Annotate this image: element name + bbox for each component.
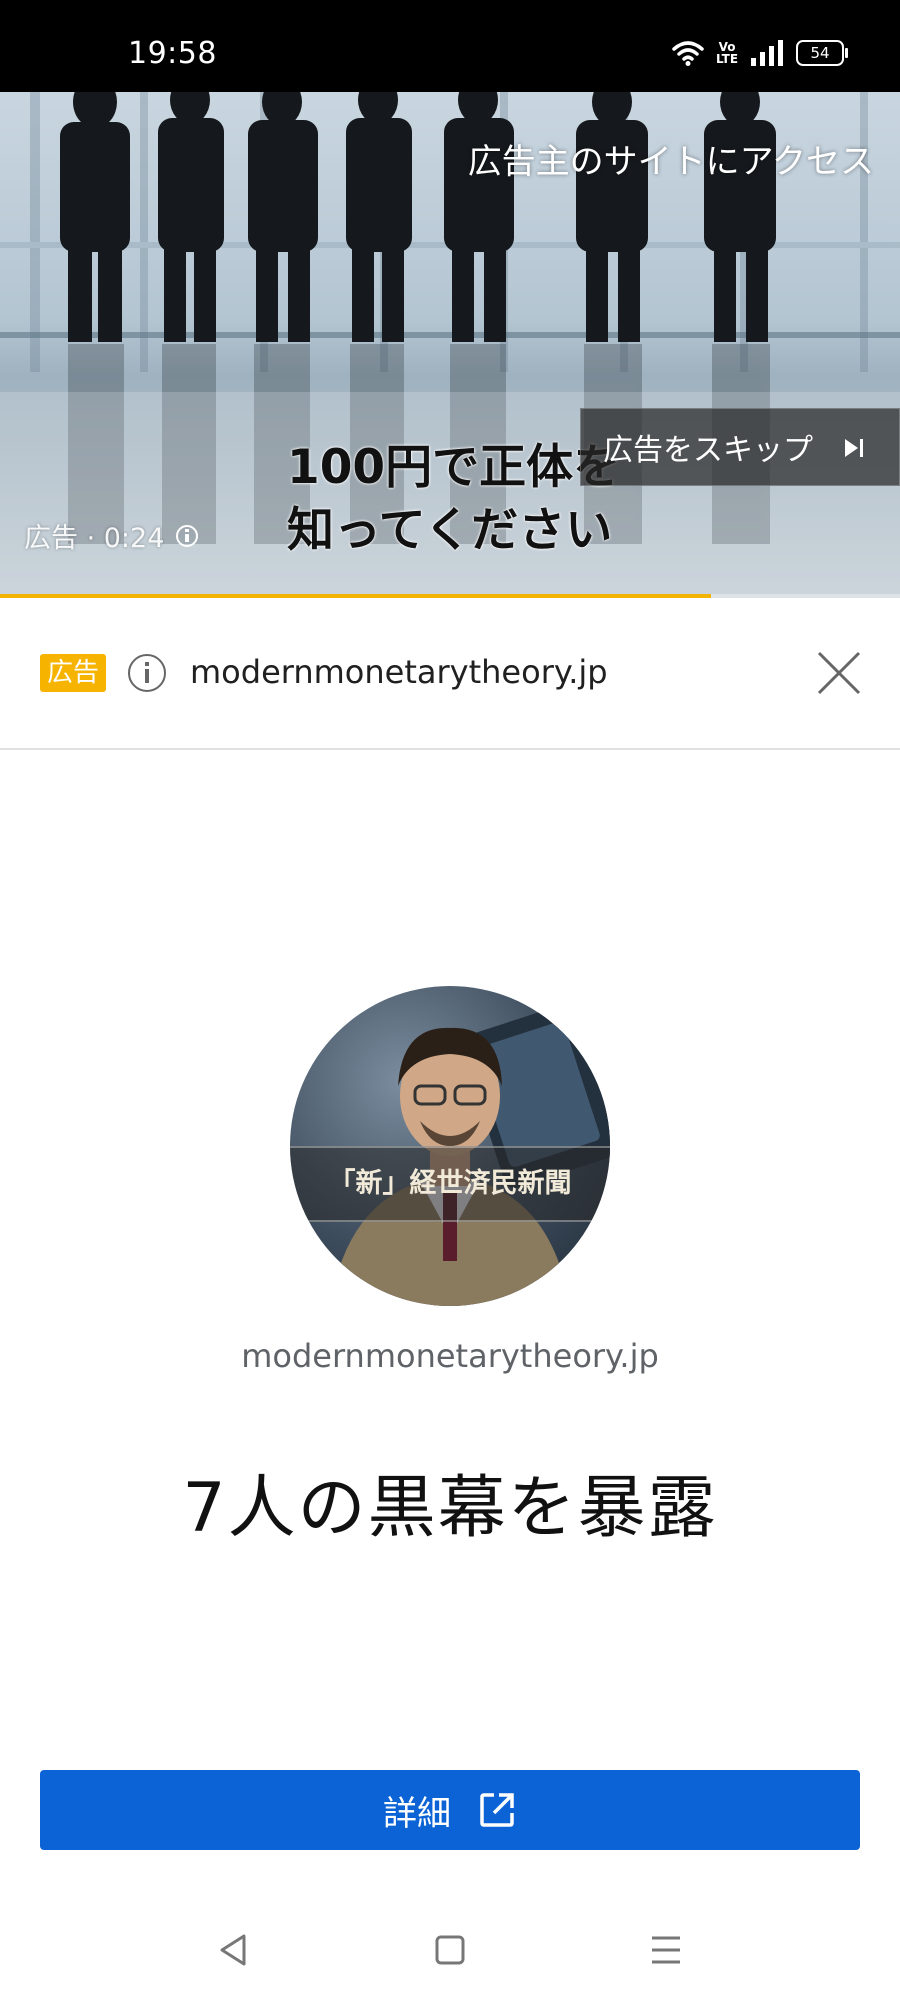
status-time: 19:58 bbox=[128, 36, 217, 71]
skip-next-icon bbox=[845, 439, 863, 457]
info-icon[interactable] bbox=[176, 524, 199, 547]
battery-icon: 54 bbox=[796, 40, 848, 66]
page: 19:58 Vo LTE 54 広告主のサイトにアクセス 100円で正体を 知っ… bbox=[0, 0, 900, 2000]
system-nav-bar bbox=[0, 1900, 900, 2000]
video-ad[interactable]: 広告主のサイトにアクセス 100円で正体を 知ってください 広告をスキップ 広告… bbox=[0, 92, 900, 598]
ad-domain: modernmonetarytheory.jp bbox=[190, 653, 608, 691]
volte-icon: Vo LTE bbox=[716, 40, 739, 66]
details-label: 詳細 bbox=[383, 1793, 451, 1834]
ad-timer-label: 広告 · 0:24 bbox=[24, 523, 165, 554]
ad-badge: 広告 bbox=[40, 654, 107, 692]
advertiser-avatar: 「新」経世済民新聞 bbox=[290, 986, 610, 1306]
home-icon[interactable] bbox=[428, 1928, 472, 1972]
details-button[interactable]: 詳細 bbox=[40, 1770, 860, 1850]
ad-info-icon[interactable] bbox=[128, 654, 166, 692]
avatar-caption: 「新」経世済民新聞 bbox=[290, 1146, 610, 1222]
skip-ad-button[interactable]: 広告をスキップ bbox=[580, 408, 900, 486]
skip-ad-label: 広告をスキップ bbox=[603, 433, 813, 468]
back-icon[interactable] bbox=[212, 1928, 256, 1972]
wifi-icon bbox=[672, 41, 704, 66]
open-in-new-icon bbox=[480, 1793, 514, 1827]
ad-video-headline-line2: 知ってください bbox=[287, 503, 613, 558]
signal-icon bbox=[751, 40, 783, 66]
status-icons: Vo LTE 54 bbox=[672, 38, 848, 68]
main-headline: 7人の黒幕を暴露 bbox=[182, 1469, 718, 1548]
site-domain: modernmonetarytheory.jp bbox=[241, 1337, 659, 1375]
advertiser-site-link[interactable]: 広告主のサイトにアクセス bbox=[468, 134, 874, 183]
ad-timer: 広告 · 0:24 bbox=[24, 516, 199, 555]
ad-info-bar: 広告 modernmonetarytheory.jp bbox=[0, 598, 900, 750]
menu-icon[interactable] bbox=[644, 1928, 688, 1972]
status-bar: 19:58 Vo LTE 54 bbox=[0, 0, 900, 92]
close-icon[interactable] bbox=[816, 650, 862, 696]
